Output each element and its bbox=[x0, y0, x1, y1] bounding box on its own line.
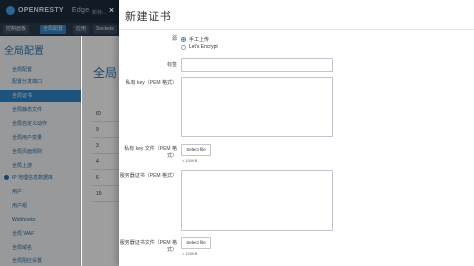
sidebar-item-label: 全局证书 bbox=[12, 93, 33, 99]
product-name: Edge bbox=[71, 7, 90, 14]
sidebar-item-label: IP 地理信息数据库 bbox=[12, 175, 54, 181]
sidebar-item-user-groups[interactable]: 用户组 bbox=[0, 200, 81, 212]
sidebar-item-label: 全局用户变量 bbox=[12, 135, 43, 141]
tab-global-config[interactable]: 全局配置 bbox=[40, 25, 67, 34]
private-key-file-label: 私有 key 文件（PEM 格式） bbox=[124, 146, 177, 159]
close-icon[interactable]: × bbox=[107, 6, 116, 15]
sidebar-item-label: 用户 bbox=[12, 189, 23, 195]
new-cert-drawer: × 新建证书 源 手工上传 Let's Encrypt 标签 私有 key（PE… bbox=[109, 0, 474, 266]
table-header: ID bbox=[92, 106, 118, 122]
sidebar-item-global-domains[interactable]: 全局域名 bbox=[0, 242, 81, 254]
tab-dashboard[interactable]: 控制面板 bbox=[3, 25, 30, 34]
sidebar-item-label: 全局阻应设置 bbox=[12, 258, 43, 264]
sidebar-item-global-config[interactable]: 全局配置 bbox=[0, 64, 81, 76]
server-cert-label: 服务器证书（PEM 格式） bbox=[119, 173, 177, 179]
sidebar-item-label: 全局 WAF bbox=[12, 231, 35, 237]
sidebar-item-response-settings[interactable]: 全局阻应设置 bbox=[0, 255, 81, 266]
private-key-size-hint: < 100KB bbox=[182, 158, 198, 163]
sidebar-item-label: 全局静态文件 bbox=[12, 107, 43, 113]
radio-label: Let's Encrypt bbox=[189, 44, 218, 50]
brand-logo[interactable]: OPENRESTY Edge bbox=[6, 6, 89, 15]
radio-lets-encrypt[interactable]: Let's Encrypt bbox=[181, 44, 218, 50]
sidebar-item-label: 全局配置 bbox=[12, 67, 33, 73]
table-row[interactable]: 9 bbox=[92, 122, 118, 138]
server-cert-select-file-button[interactable]: Select file bbox=[181, 237, 211, 249]
sidebar-item-label: 全局域名 bbox=[12, 245, 33, 251]
topbar-extra-text: 新特... bbox=[92, 10, 107, 16]
table-row[interactable]: 3 bbox=[92, 138, 118, 154]
sidebar-title: 全局配置 bbox=[4, 46, 44, 57]
location-icon bbox=[4, 175, 9, 180]
sidebar-item-distribution-port[interactable]: 配置分发端口 bbox=[0, 76, 81, 88]
logo-icon bbox=[6, 6, 15, 15]
server-cert-textarea[interactable] bbox=[181, 170, 333, 231]
private-key-textarea[interactable] bbox=[181, 77, 333, 137]
tab-apps[interactable]: 应用 bbox=[73, 25, 90, 34]
radio-unchecked-icon bbox=[181, 44, 186, 50]
table-row[interactable]: 4 bbox=[92, 154, 118, 170]
brand-name: OPENRESTY bbox=[18, 7, 64, 14]
sidebar-item-label: 配置分发端口 bbox=[12, 79, 43, 85]
tag-input[interactable] bbox=[181, 58, 333, 72]
source-label: 源 bbox=[171, 36, 177, 42]
sidebar: 全局配置 全局配置 配置分发端口 全局证书 全局静态文件 全局自定义动作 全局用… bbox=[0, 36, 81, 266]
sidebar-item-global-waf[interactable]: 全局 WAF bbox=[0, 228, 81, 240]
sidebar-item-upstreams[interactable]: 全局上游 bbox=[0, 160, 81, 172]
radio-label: 手工上传 bbox=[189, 37, 210, 43]
table-row[interactable]: 19 bbox=[92, 186, 118, 202]
server-cert-size-hint: < 100KB bbox=[182, 251, 198, 256]
sidebar-item-users[interactable]: 用户 bbox=[0, 186, 81, 198]
radio-checked-icon bbox=[181, 37, 186, 42]
tab-sockets[interactable]: Sockets bbox=[93, 25, 117, 34]
sidebar-item-user-variables[interactable]: 全局用户变量 bbox=[0, 132, 81, 144]
sidebar-item-label: Webhooks bbox=[12, 217, 36, 223]
page-title: 全局 bbox=[93, 66, 118, 80]
sidebar-item-label: 全局上游 bbox=[12, 163, 33, 169]
sidebar-item-webhooks[interactable]: Webhooks bbox=[0, 214, 81, 226]
sidebar-item-static-files[interactable]: 全局静态文件 bbox=[0, 104, 81, 116]
sidebar-item-label: 全局页面规则 bbox=[12, 149, 43, 155]
sidebar-item-global-certs[interactable]: 全局证书 bbox=[0, 90, 81, 102]
sidebar-item-label: 用户组 bbox=[12, 203, 28, 209]
sidebar-item-custom-actions[interactable]: 全局自定义动作 bbox=[0, 118, 81, 130]
sidebar-item-label: 全局自定义动作 bbox=[12, 121, 48, 127]
title-divider bbox=[119, 29, 474, 30]
sidebar-item-ip-geo-db[interactable]: IP 地理信息数据库 bbox=[0, 172, 81, 184]
table-row[interactable]: 6 bbox=[92, 170, 118, 186]
drawer-title: 新建证书 bbox=[125, 11, 172, 23]
server-cert-file-label: 服务器证书文件（PEM 格式） bbox=[119, 240, 177, 253]
certs-table: ID 9 3 4 6 19 bbox=[92, 106, 118, 202]
tag-label: 标签 bbox=[166, 62, 177, 68]
private-key-select-file-button[interactable]: Select file bbox=[181, 144, 211, 156]
sidebar-item-page-rules[interactable]: 全局页面规则 bbox=[0, 146, 81, 158]
private-key-label: 私有 key（PEM 格式） bbox=[125, 80, 177, 86]
radio-manual-upload[interactable]: 手工上传 bbox=[181, 36, 209, 43]
